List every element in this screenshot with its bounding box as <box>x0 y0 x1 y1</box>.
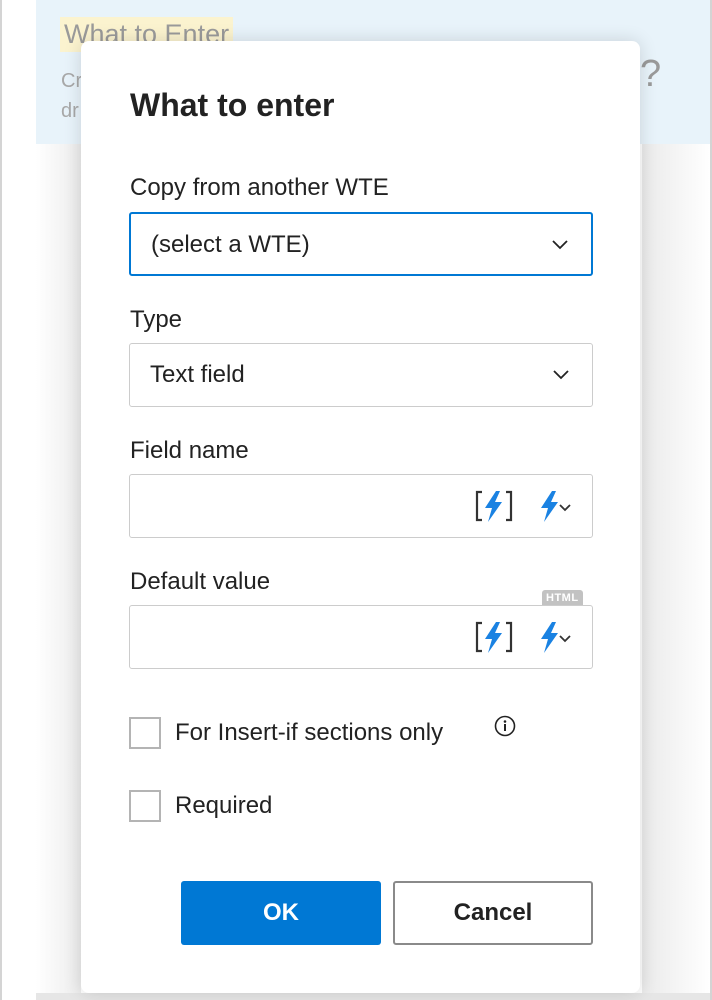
info-icon[interactable] <box>494 715 516 737</box>
default-value-label: Default value <box>130 568 271 595</box>
overlay-shadow <box>36 144 81 1000</box>
flash-dropdown-icon[interactable] <box>538 619 582 655</box>
help-icon[interactable]: ? <box>640 54 661 94</box>
insert-if-only-row: For Insert-if sections only <box>129 717 443 749</box>
what-to-enter-dialog: What to enter Copy from another WTE (sel… <box>81 41 640 993</box>
field-name-input-wrapper <box>129 474 593 538</box>
bracketed-flash-icon[interactable] <box>474 619 514 655</box>
dialog-title: What to enter <box>130 87 335 123</box>
type-select[interactable]: Text field <box>129 343 593 407</box>
required-checkbox[interactable] <box>129 790 161 822</box>
default-value-input-wrapper <box>129 605 593 669</box>
type-selected-value: Text field <box>150 361 245 388</box>
field-name-label: Field name <box>130 437 249 464</box>
copy-from-label: Copy from another WTE <box>130 174 389 201</box>
required-label[interactable]: Required <box>175 790 272 822</box>
copy-from-select[interactable]: (select a WTE) <box>129 212 593 276</box>
chevron-down-icon <box>553 370 569 380</box>
default-value-input[interactable] <box>130 606 460 667</box>
flash-dropdown-icon[interactable] <box>538 488 582 524</box>
chevron-down-icon <box>552 240 568 250</box>
overlay-shadow <box>36 993 710 1000</box>
insert-if-only-label[interactable]: For Insert-if sections only <box>175 717 443 749</box>
ok-button[interactable]: OK <box>181 881 381 945</box>
field-name-input[interactable] <box>130 475 460 536</box>
copy-from-selected-value: (select a WTE) <box>151 231 310 258</box>
html-badge: HTML <box>542 590 583 605</box>
page: What to Enter Cr dr ? What to enter Copy… <box>0 0 712 1000</box>
overlay-shadow <box>642 144 710 1000</box>
required-row: Required <box>129 790 272 822</box>
insert-if-only-checkbox[interactable] <box>129 717 161 749</box>
bracketed-flash-icon[interactable] <box>474 488 514 524</box>
cancel-button[interactable]: Cancel <box>393 881 593 945</box>
type-label: Type <box>130 306 183 333</box>
